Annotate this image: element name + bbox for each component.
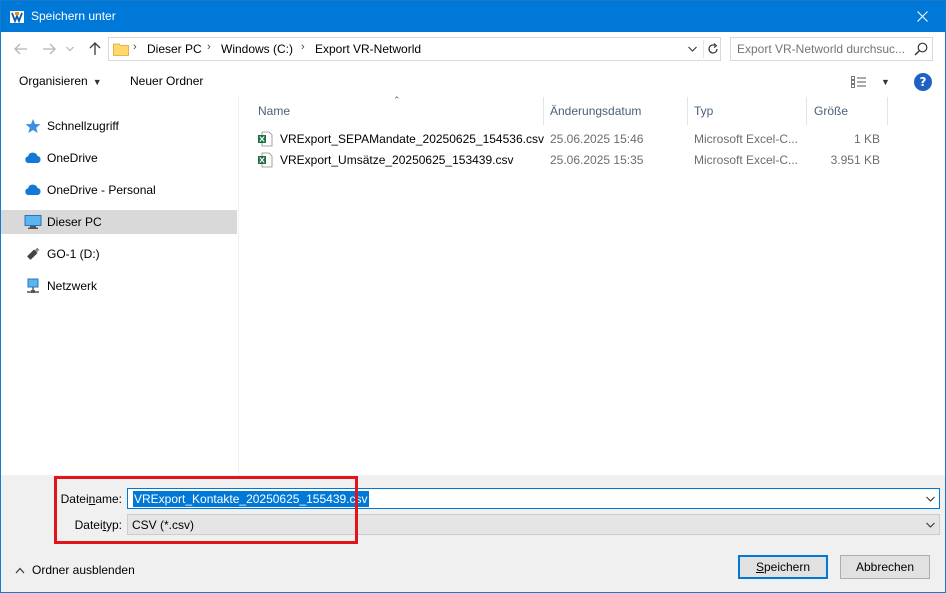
column-divider[interactable] <box>887 97 888 125</box>
excel-csv-file-icon <box>258 131 273 147</box>
arrow-up-icon <box>89 42 101 55</box>
breadcrumb-separator-icon: › <box>301 41 305 53</box>
nav-item-label: GO-1 (D:) <box>47 247 100 261</box>
cloud-icon <box>25 184 41 195</box>
hide-folders-label: Ordner ausblenden <box>32 563 135 577</box>
cancel-button[interactable]: Abbrechen <box>840 555 930 579</box>
help-icon[interactable]: ? <box>914 73 932 91</box>
title-bar[interactable]: Speichern unter <box>1 1 945 32</box>
network-icon <box>27 278 39 293</box>
filetype-value: CSV (*.csv) <box>132 518 195 532</box>
column-divider[interactable] <box>806 97 807 125</box>
filename-combobox[interactable]: VRExport_Kontakte_20250625_155439.csv <box>127 488 940 509</box>
caret-down-icon: ▼ <box>92 77 102 87</box>
cloud-icon <box>25 152 41 163</box>
nav-item-label: Netzwerk <box>47 279 98 293</box>
hide-folders-toggle[interactable]: Ordner ausblenden <box>15 563 135 577</box>
new-folder-button[interactable]: Neuer Ordner <box>130 74 203 88</box>
chevron-down-icon <box>687 46 697 52</box>
nav-item-label: OneDrive - Personal <box>47 183 156 197</box>
save-as-dialog: Speichern unter › Dieser PC › Windows (C… <box>0 0 946 593</box>
file-size: 3.951 KB <box>830 153 880 167</box>
back-button[interactable] <box>11 39 31 59</box>
search-input[interactable] <box>731 38 913 60</box>
nav-item-network[interactable]: Netzwerk <box>1 274 237 298</box>
star-icon <box>25 119 41 133</box>
caret-down-icon: ▼ <box>881 77 890 87</box>
computer-icon <box>24 215 42 229</box>
organize-button[interactable]: Organisieren ▼ <box>19 74 102 88</box>
search-box[interactable] <box>730 37 933 61</box>
breadcrumb-separator-icon: › <box>133 41 137 53</box>
column-divider[interactable] <box>687 97 688 125</box>
breadcrumb-this-pc[interactable]: Dieser PC <box>147 42 202 56</box>
column-header-date[interactable]: Änderungsdatum <box>550 104 641 118</box>
nav-item-this-pc[interactable]: Dieser PC <box>1 210 237 234</box>
file-type: Microsoft Excel-C... <box>694 132 799 146</box>
chevron-down-icon <box>925 522 935 528</box>
file-date: 25.06.2025 15:35 <box>550 153 644 167</box>
nav-item-onedrive[interactable]: OneDrive <box>1 146 237 170</box>
address-bar[interactable]: › Dieser PC › Windows (C:) › Export VR-N… <box>108 37 721 61</box>
details-view-icon <box>851 76 866 88</box>
file-list: ⌃ Name Änderungsdatum Typ Größe VRExport… <box>239 95 945 475</box>
column-header-size[interactable]: Größe <box>814 104 848 118</box>
nav-item-go1-drive[interactable]: GO-1 (D:) <box>1 242 237 266</box>
sort-ascending-icon: ⌃ <box>393 95 401 105</box>
breadcrumb-export-folder[interactable]: Export VR-Networld <box>315 42 421 56</box>
nav-item-quick-access[interactable]: Schnellzugriff <box>1 114 237 138</box>
chevron-down-icon <box>925 496 935 502</box>
search-icon[interactable] <box>914 42 928 56</box>
arrow-left-icon <box>14 43 27 55</box>
nav-item-label: Schnellzugriff <box>47 119 119 133</box>
recent-locations-button[interactable] <box>63 39 77 59</box>
folder-icon <box>113 43 129 56</box>
file-row[interactable]: VRExport_SEPAMandate_20250625_154536.csv… <box>253 129 893 149</box>
filename-dropdown-button[interactable] <box>923 491 937 507</box>
arrow-right-icon <box>43 43 56 55</box>
usb-drive-icon <box>27 247 40 260</box>
filetype-select[interactable]: CSV (*.csv) <box>127 514 940 535</box>
refresh-button[interactable] <box>703 40 721 58</box>
breadcrumb-separator-icon: › <box>207 41 211 53</box>
close-icon <box>916 11 928 22</box>
window-title: Speichern unter <box>31 9 116 23</box>
excel-csv-file-icon <box>258 152 273 168</box>
address-dropdown-button[interactable] <box>683 40 701 58</box>
column-header-name[interactable]: Name <box>258 104 290 118</box>
file-name: VRExport_SEPAMandate_20250625_154536.csv <box>280 132 544 146</box>
file-name: VRExport_Umsätze_20250625_153439.csv <box>280 153 514 167</box>
file-size: 1 KB <box>853 132 880 146</box>
filetype-label: Dateityp: <box>74 518 122 532</box>
close-button[interactable] <box>899 1 945 32</box>
file-row[interactable]: VRExport_Umsätze_20250625_153439.csv 25.… <box>253 150 893 170</box>
refresh-icon <box>707 43 718 54</box>
nav-item-label: OneDrive <box>47 151 98 165</box>
chevron-up-icon <box>15 563 27 577</box>
app-icon <box>10 11 24 24</box>
breadcrumb-drive-c[interactable]: Windows (C:) <box>221 42 293 56</box>
nav-item-onedrive-personal[interactable]: OneDrive - Personal <box>1 178 237 202</box>
command-bar: Organisieren ▼ Neuer Ordner ▼ ? <box>1 67 945 97</box>
filename-label: Dateiname: <box>60 492 122 506</box>
column-header-type[interactable]: Typ <box>694 104 713 118</box>
save-button[interactable]: Speichern <box>738 555 828 579</box>
filetype-dropdown-button[interactable] <box>923 517 937 533</box>
view-options-button[interactable]: ▼ <box>851 73 891 91</box>
navigation-pane: Schnellzugriff OneDrive OneDrive - Perso… <box>1 97 239 475</box>
file-date: 25.06.2025 15:46 <box>550 132 644 146</box>
nav-item-label: Dieser PC <box>47 215 102 229</box>
save-form-area: Dateiname: VRExport_Kontakte_20250625_15… <box>1 475 945 592</box>
forward-button[interactable] <box>39 39 59 59</box>
up-button[interactable] <box>85 39 105 59</box>
filename-input[interactable]: VRExport_Kontakte_20250625_155439.csv <box>133 491 369 507</box>
organize-label: Organisieren <box>19 74 88 88</box>
chevron-down-icon <box>66 46 74 52</box>
column-divider[interactable] <box>543 97 544 125</box>
file-type: Microsoft Excel-C... <box>694 153 799 167</box>
